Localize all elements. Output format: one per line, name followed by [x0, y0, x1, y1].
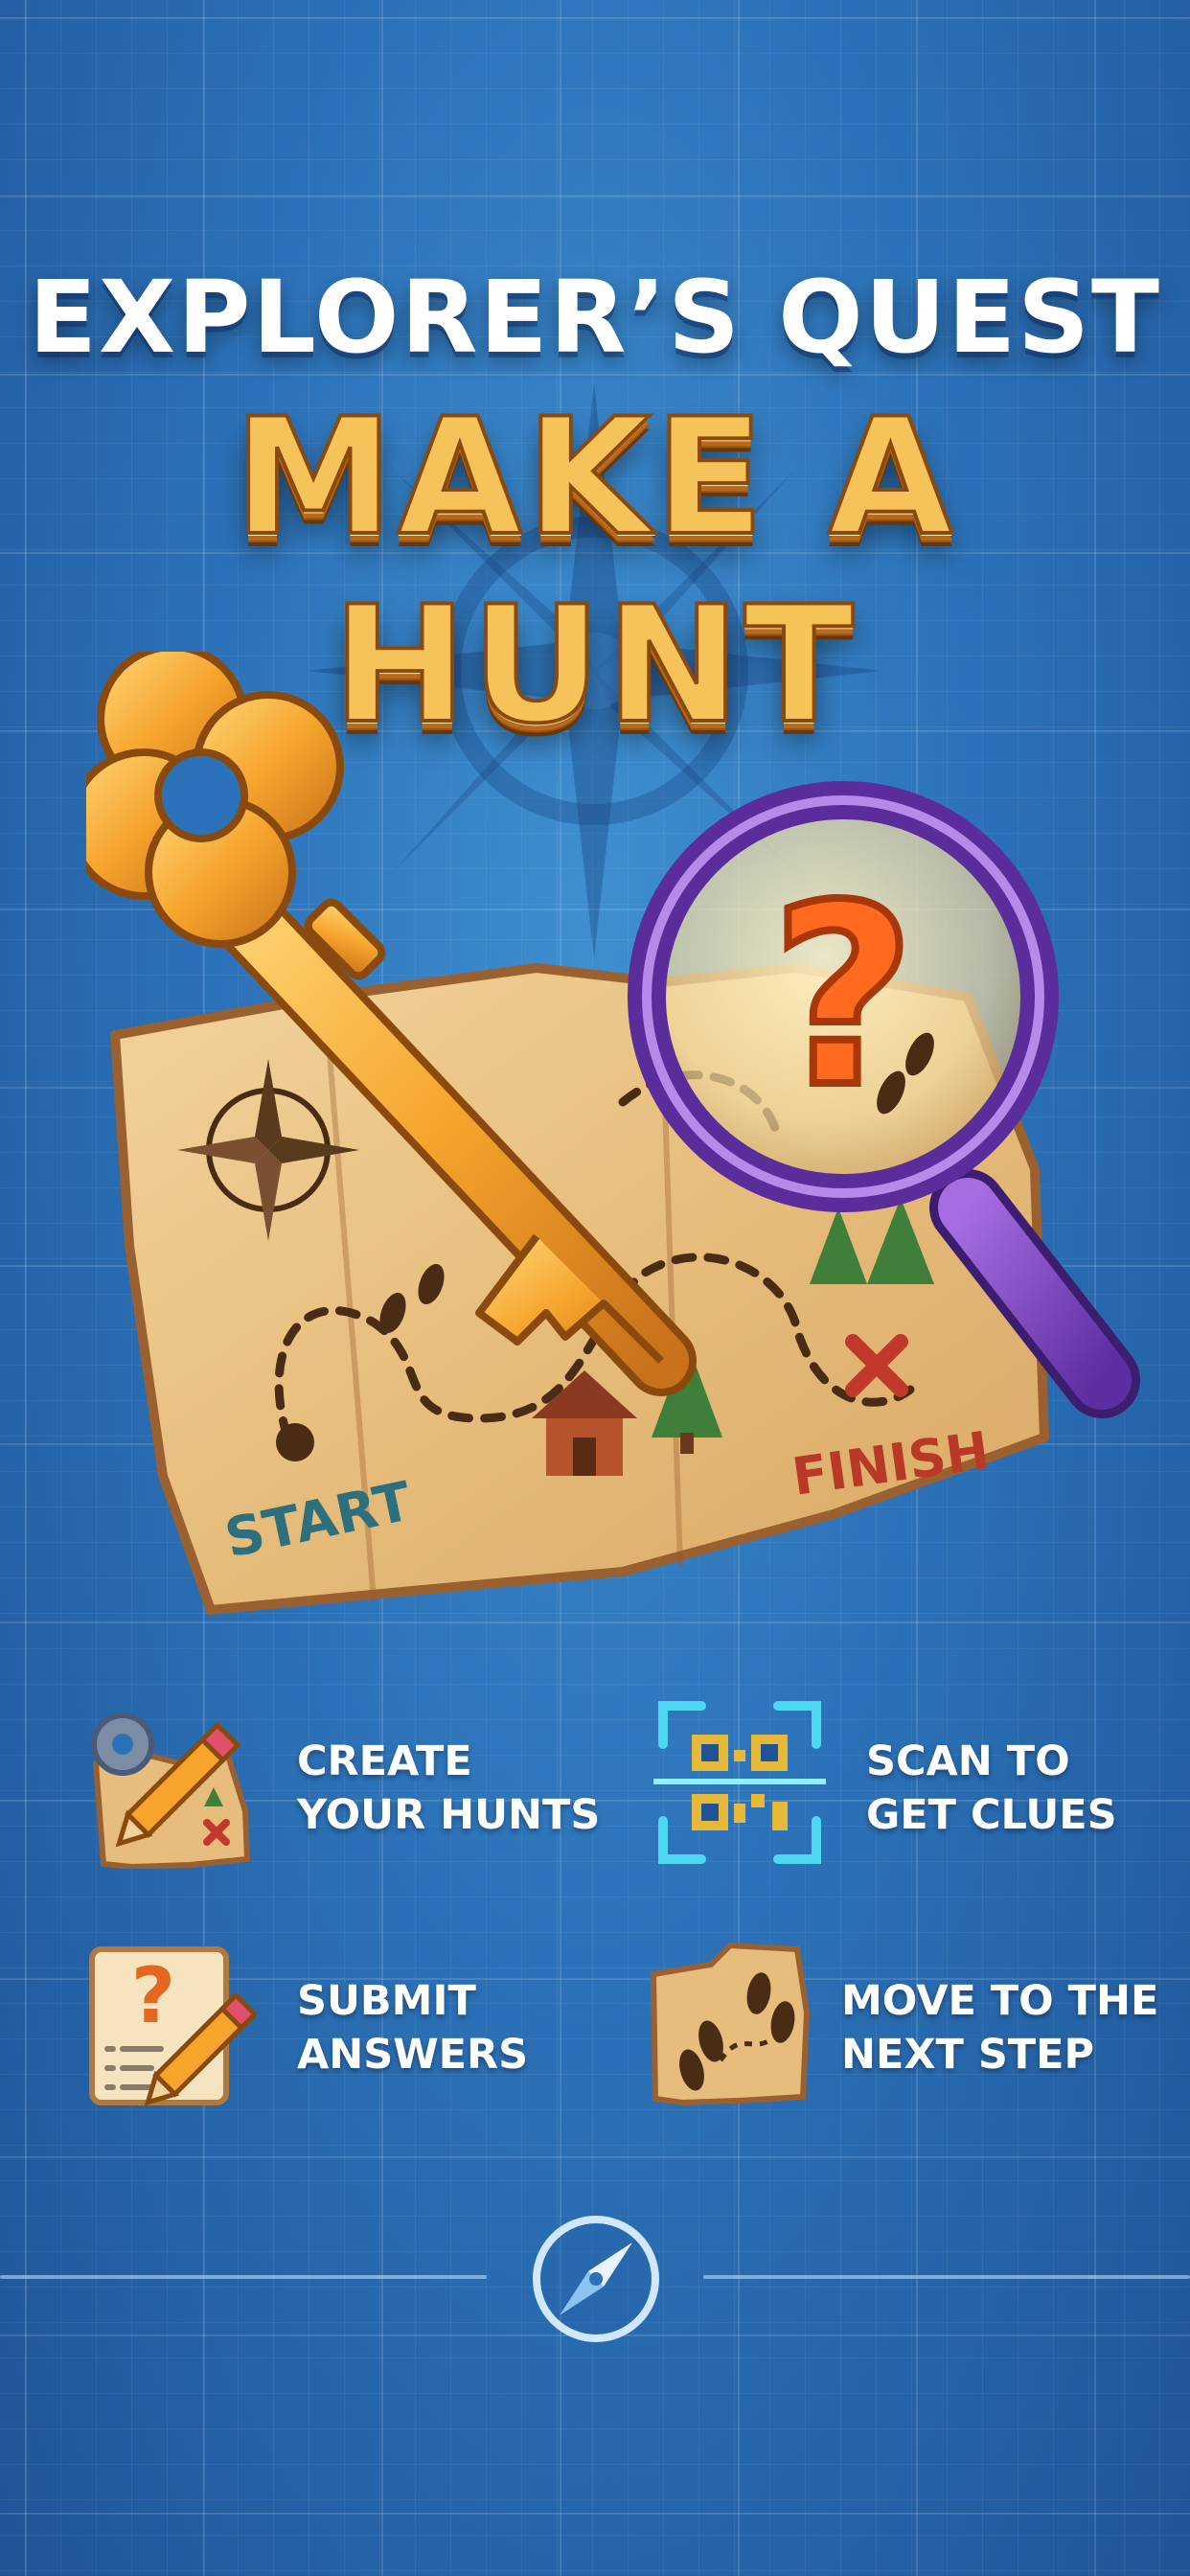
feature-submit-line2: ANSWERS — [297, 2031, 529, 2079]
compass-icon[interactable] — [529, 2212, 663, 2346]
hero-illustration: START FINISH ? — [86, 652, 1140, 1615]
feature-scan-clues[interactable]: SCAN TO GET CLUES — [653, 1696, 1171, 1888]
submit-answers-icon: ? — [89, 1946, 257, 2106]
create-hunt-icon — [91, 1713, 251, 1869]
divider-right — [703, 2275, 1190, 2279]
app-subtitle: EXPLORER’S QUEST — [29, 259, 1161, 376]
qr-scan-icon — [653, 1701, 826, 1864]
feature-submit-line1: SUBMIT — [297, 1977, 476, 2025]
feature-create-line1: CREATE — [297, 1737, 472, 1785]
feature-scan-line1: SCAN TO — [866, 1737, 1070, 1785]
feature-submit-answers[interactable]: ? SUBMIT ANSWERS — [84, 1936, 602, 2128]
question-mark-icon: ? — [771, 853, 916, 1142]
svg-text:?: ? — [131, 1951, 175, 2040]
feature-next-step[interactable]: MOVE TO THE NEXT STEP — [644, 1936, 1180, 2128]
feature-create-line2: YOUR HUNTS — [297, 1791, 601, 1839]
feature-create-hunts[interactable]: CREATE YOUR HUNTS — [84, 1696, 602, 1888]
feature-scan-line2: GET CLUES — [866, 1791, 1117, 1839]
next-step-map-icon — [650, 1942, 811, 2106]
feature-next-line1: MOVE TO THE — [841, 1977, 1159, 2025]
divider-left — [0, 2275, 487, 2279]
feature-next-line2: NEXT STEP — [841, 2031, 1095, 2079]
